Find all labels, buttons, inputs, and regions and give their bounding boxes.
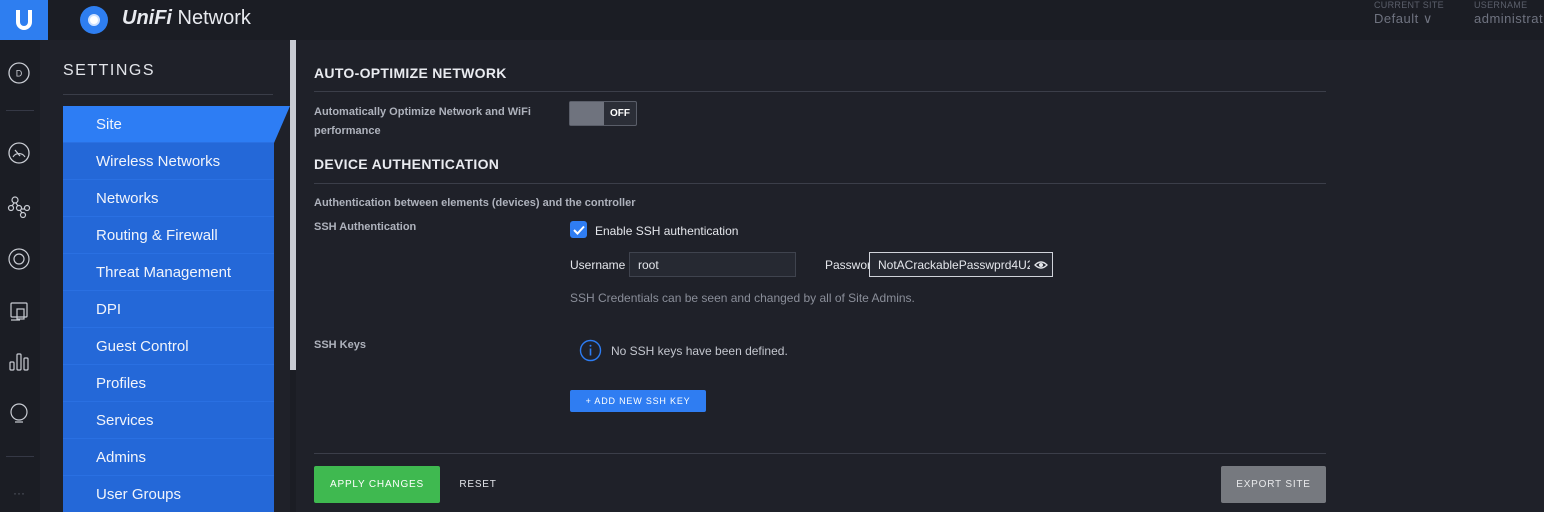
rail-divider bbox=[6, 456, 34, 457]
auto-optimize-label: Automatically Optimize Network and WiFi … bbox=[314, 103, 531, 141]
ubiquiti-u-icon bbox=[16, 10, 32, 30]
clients-icon[interactable] bbox=[6, 298, 32, 324]
toggle-knob bbox=[570, 102, 604, 125]
nav-item-networks[interactable]: Networks bbox=[63, 180, 274, 217]
section-divider bbox=[314, 183, 1326, 184]
auto-optimize-title: AUTO-OPTIMIZE NETWORK bbox=[314, 65, 507, 81]
app-title: UniFi Network bbox=[122, 4, 251, 32]
enable-ssh-checkbox[interactable] bbox=[570, 221, 587, 238]
nav-item-services[interactable]: Services bbox=[63, 402, 274, 439]
nav-item-routing-firewall[interactable]: Routing & Firewall bbox=[63, 217, 274, 254]
rail-divider bbox=[6, 110, 34, 111]
info-icon bbox=[579, 339, 602, 362]
nav-item-profiles[interactable]: Profiles bbox=[63, 365, 274, 402]
settings-nav: Site Wireless Networks Networks Routing … bbox=[63, 106, 290, 512]
reset-button[interactable]: RESET bbox=[448, 466, 508, 503]
nav-item-site[interactable]: Site bbox=[63, 106, 290, 143]
ssh-auth-label: SSH Authentication bbox=[314, 221, 417, 233]
app-title-rest: Network bbox=[172, 7, 251, 29]
section-divider bbox=[314, 91, 1326, 92]
current-site-value: Default bbox=[1374, 11, 1419, 26]
chevron-down-icon: ∨ bbox=[1422, 11, 1433, 26]
unifi-app-icon bbox=[80, 6, 108, 34]
more-icon[interactable]: ··· bbox=[6, 480, 32, 506]
nav-item-dpi[interactable]: DPI bbox=[63, 291, 274, 328]
ubiquiti-logo[interactable] bbox=[0, 0, 48, 40]
nav-item-admins[interactable]: Admins bbox=[63, 439, 274, 476]
auto-optimize-label-line2: performance bbox=[314, 125, 381, 137]
icon-rail: D ··· bbox=[0, 40, 40, 512]
current-site-label: CURRENT SITE bbox=[1374, 0, 1444, 10]
top-bar: UniFi Network CURRENT SITE Default ∨ USE… bbox=[0, 0, 1544, 40]
settings-divider bbox=[63, 94, 273, 95]
speedometer-icon[interactable] bbox=[6, 140, 32, 166]
auto-optimize-label-line1: Automatically Optimize Network and WiFi bbox=[314, 106, 531, 118]
nav-item-guest-control[interactable]: Guest Control bbox=[63, 328, 274, 365]
username-field-label: Username bbox=[570, 258, 626, 272]
device-auth-title: DEVICE AUTHENTICATION bbox=[314, 156, 500, 172]
show-password-eye-icon[interactable] bbox=[1034, 258, 1048, 272]
username-label: USERNAME bbox=[1474, 0, 1528, 10]
enable-ssh-label[interactable]: Enable SSH authentication bbox=[595, 224, 738, 238]
ssh-password-input[interactable] bbox=[869, 252, 1053, 277]
ssh-credentials-hint: SSH Credentials can be seen and changed … bbox=[570, 291, 915, 305]
no-ssh-keys-text: No SSH keys have been defined. bbox=[611, 344, 788, 358]
nav-item-user-groups[interactable]: User Groups bbox=[63, 476, 274, 512]
devices-icon[interactable] bbox=[6, 246, 32, 272]
svg-text:D: D bbox=[16, 69, 23, 79]
settings-title: SETTINGS bbox=[63, 62, 156, 79]
username-value: administrat bbox=[1474, 11, 1544, 26]
ssh-keys-label: SSH Keys bbox=[314, 339, 366, 351]
auto-optimize-toggle[interactable]: OFF bbox=[569, 101, 637, 126]
nav-scrollbar[interactable] bbox=[290, 40, 296, 512]
apply-changes-button[interactable]: APPLY CHANGES bbox=[314, 466, 440, 503]
statistics-icon[interactable] bbox=[6, 348, 32, 374]
app-title-brand: UniFi bbox=[122, 7, 172, 29]
ssh-username-input[interactable] bbox=[629, 252, 796, 277]
scrollbar-thumb[interactable] bbox=[290, 40, 296, 370]
topology-icon[interactable] bbox=[6, 194, 32, 220]
add-ssh-key-button[interactable]: + ADD NEW SSH KEY bbox=[570, 390, 706, 412]
current-site-selector[interactable]: CURRENT SITE Default ∨ bbox=[1374, 0, 1444, 27]
username-display[interactable]: USERNAME administrat bbox=[1474, 0, 1543, 26]
toggle-state: OFF bbox=[610, 108, 630, 119]
footer-divider bbox=[314, 453, 1326, 454]
checkmark-icon bbox=[572, 225, 585, 235]
export-site-button[interactable]: EXPORT SITE bbox=[1221, 466, 1326, 503]
dashboard-d-icon[interactable]: D bbox=[6, 60, 32, 86]
nav-item-wireless-networks[interactable]: Wireless Networks bbox=[63, 143, 274, 180]
insights-icon[interactable] bbox=[6, 400, 32, 426]
nav-item-threat-management[interactable]: Threat Management bbox=[63, 254, 274, 291]
device-auth-description: Authentication between elements (devices… bbox=[314, 197, 636, 209]
